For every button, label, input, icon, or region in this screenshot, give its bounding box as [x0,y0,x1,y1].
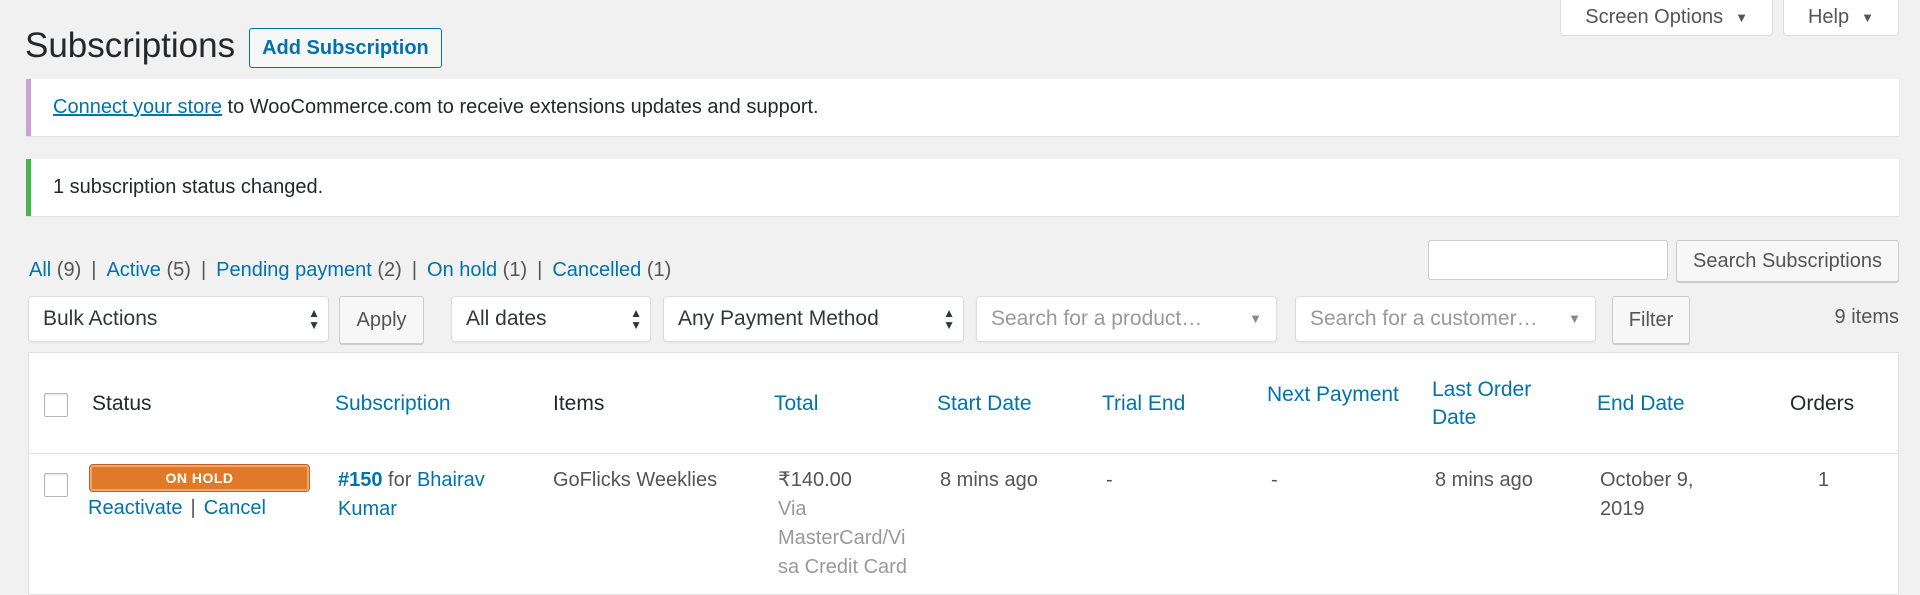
end-date-line2: 2019 [1600,498,1645,520]
column-last-order-date[interactable]: Last Order Date [1432,353,1531,454]
total-amount: ₹140.00 [778,469,852,491]
screen-options-label: Screen Options [1585,6,1724,28]
column-end-date[interactable]: End Date [1597,353,1685,454]
filter-pending-payment[interactable]: Pending payment (2) [216,259,402,282]
search-input[interactable] [1428,240,1669,280]
connect-store-link[interactable]: Connect your store [53,96,222,119]
screen-meta-links: Screen Options ▼ Help ▼ [1560,0,1899,36]
separator: | [411,259,418,281]
subscription-cell: #150 for Bhairav Kumar [338,466,485,524]
table-row: ON HOLD Reactivate | Cancel #150 for Bha… [29,455,1898,594]
row-checkbox[interactable] [44,473,68,497]
subscription-number-link[interactable]: #150 [338,469,383,491]
last-order-date-cell: 8 mins ago [1435,469,1533,491]
customer-search-select[interactable]: Search for a customer… ▼ [1295,296,1596,342]
triangle-down-icon: ▼ [1249,311,1262,326]
bulk-actions-select[interactable]: Bulk Actions ▲ ▼ [28,296,329,342]
help-label: Help [1807,6,1850,28]
bulk-actions-value: Bulk Actions [43,307,158,330]
subscriptions-table: Status Subscription Items Total Start Da… [28,352,1899,595]
items-count: 9 items [1834,306,1899,328]
status-changed-text: 1 subscription status changed. [53,176,324,198]
payment-via-line3: sa Credit Card [778,556,907,578]
help-button[interactable]: Help ▼ [1782,0,1899,36]
row-actions: Reactivate | Cancel [88,497,266,520]
column-total[interactable]: Total [774,353,818,454]
connect-store-text: to WooCommerce.com to receive extensions… [221,96,819,118]
status-badge: ON HOLD [89,464,310,492]
trial-end-cell: - [1106,469,1113,491]
status-filters: All (9) | Active (5) | Pending payment (… [29,259,671,282]
customer-link-line2[interactable]: Kumar [338,498,397,520]
item-link[interactable]: GoFlicks Weeklies [553,466,717,495]
orders-count-link[interactable]: 1 [1818,466,1829,495]
select-all-checkbox[interactable] [44,393,68,417]
payment-via-line1: Via [778,498,807,520]
triangle-down-icon: ▼ [1568,311,1581,326]
table-header: Status Subscription Items Total Start Da… [29,353,1898,454]
triangle-down-icon: ▼ [1861,10,1874,25]
triangle-down-icon: ▼ [1735,10,1748,25]
column-status: Status [92,391,152,415]
end-date-cell: October 9, 2019 [1600,466,1693,524]
updown-arrows-icon: ▲ ▼ [943,306,955,332]
customer-link[interactable]: Bhairav [417,469,485,491]
filter-active[interactable]: Active (5) [106,259,190,282]
filter-all[interactable]: All (9) [29,259,81,282]
column-last-order-date-line1: Last Order [1432,377,1532,401]
product-search-placeholder: Search for a product… [991,307,1203,330]
total-cell: ₹140.00 Via MasterCard/Vi sa Credit Card [778,466,907,582]
dates-select[interactable]: All dates ▲ ▼ [451,296,651,342]
reactivate-link[interactable]: Reactivate [88,497,183,520]
page-title: Subscriptions [25,26,236,65]
filter-button[interactable]: Filter [1612,296,1690,344]
separator: | [200,259,207,281]
next-payment-cell: - [1271,469,1278,491]
page-header: Subscriptions Add Subscription [25,24,442,68]
column-items: Items [553,391,605,415]
payment-method-value: Any Payment Method [678,307,879,330]
subscription-for: for [382,469,417,491]
end-date-line1: October 9, [1600,469,1694,491]
status-changed-notice: 1 subscription status changed. [26,159,1899,216]
start-date-cell: 8 mins ago [940,469,1038,491]
payment-method-select[interactable]: Any Payment Method ▲ ▼ [663,296,964,342]
separator: | [537,259,543,281]
updown-arrows-icon: ▲ ▼ [308,306,320,332]
payment-via-line2: MasterCard/Vi [778,527,906,549]
updown-arrows-icon: ▲ ▼ [630,306,642,332]
column-subscription[interactable]: Subscription [335,353,451,454]
add-subscription-button[interactable]: Add Subscription [249,28,442,68]
dates-value: All dates [466,307,547,330]
search-box: Search Subscriptions [1428,240,1899,282]
connect-store-notice: Connect your store to WooCommerce.com to… [26,79,1899,136]
screen-options-button[interactable]: Screen Options ▼ [1560,0,1773,36]
column-last-order-date-line2: Date [1432,405,1477,429]
product-search-select[interactable]: Search for a product… ▼ [976,296,1277,342]
customer-search-placeholder: Search for a customer… [1310,307,1538,330]
cancel-link[interactable]: Cancel [204,497,266,520]
filter-cancelled[interactable]: Cancelled (1) [552,259,671,282]
column-trial-end[interactable]: Trial End [1102,353,1185,454]
apply-button[interactable]: Apply [339,296,424,344]
tablenav: Bulk Actions ▲ ▼ Apply All dates ▲ ▼ Any P… [28,296,1899,344]
column-orders: Orders [1790,391,1855,415]
column-next-payment[interactable]: Next Payment [1267,344,1399,445]
search-subscriptions-button[interactable]: Search Subscriptions [1676,240,1899,282]
filter-on-hold[interactable]: On hold (1) [427,259,527,282]
separator: | [190,497,196,519]
column-start-date[interactable]: Start Date [937,353,1032,454]
separator: | [91,259,97,281]
